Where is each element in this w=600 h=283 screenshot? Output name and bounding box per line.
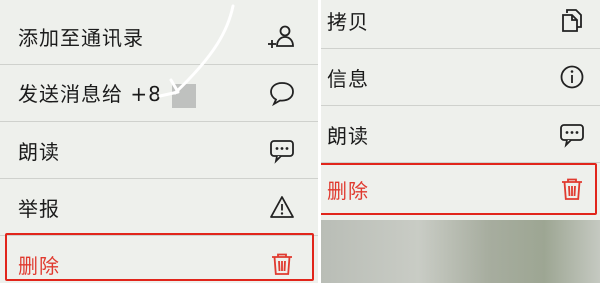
menu-item-label: 信息 [327, 66, 369, 91]
delete-highlight-box [5, 233, 314, 281]
menu-item-label: 拷贝 [327, 9, 369, 34]
left-context-menu: 添加至通讯录 发送消息给 +8 朗读 举报 删除 [0, 0, 318, 283]
redacted-number-mask [171, 83, 196, 108]
copy-icon [556, 4, 588, 36]
chat-bubble-icon [266, 77, 298, 109]
menu-item-copy[interactable]: 拷贝 [321, 0, 600, 48]
speech-bubble-dots-icon [556, 118, 588, 150]
menu-item-report[interactable]: 举报 [0, 179, 318, 235]
menu-item-add-to-contacts[interactable]: 添加至通讯录 [0, 8, 318, 64]
delete-highlight-box [321, 163, 597, 215]
menu-item-label: 添加至通讯录 [18, 25, 144, 50]
add-contact-icon [266, 20, 298, 52]
blurred-background [321, 220, 600, 283]
menu-item-info[interactable]: 信息 [321, 49, 600, 105]
menu-item-read-aloud[interactable]: 朗读 [0, 122, 318, 178]
menu-item-send-message[interactable]: 发送消息给 +8 [0, 65, 318, 121]
info-icon [556, 61, 588, 93]
menu-item-label: 举报 [18, 196, 60, 221]
warning-triangle-icon [266, 191, 298, 223]
menu-item-label: 朗读 [327, 123, 369, 148]
menu-item-label: 朗读 [18, 139, 60, 164]
menu-item-read-aloud[interactable]: 朗读 [321, 106, 600, 162]
right-context-menu: 拷贝 信息 朗读 删除 [321, 0, 600, 283]
speech-bubble-dots-icon [266, 134, 298, 166]
menu-item-label: 发送消息给 +8 [18, 82, 162, 107]
